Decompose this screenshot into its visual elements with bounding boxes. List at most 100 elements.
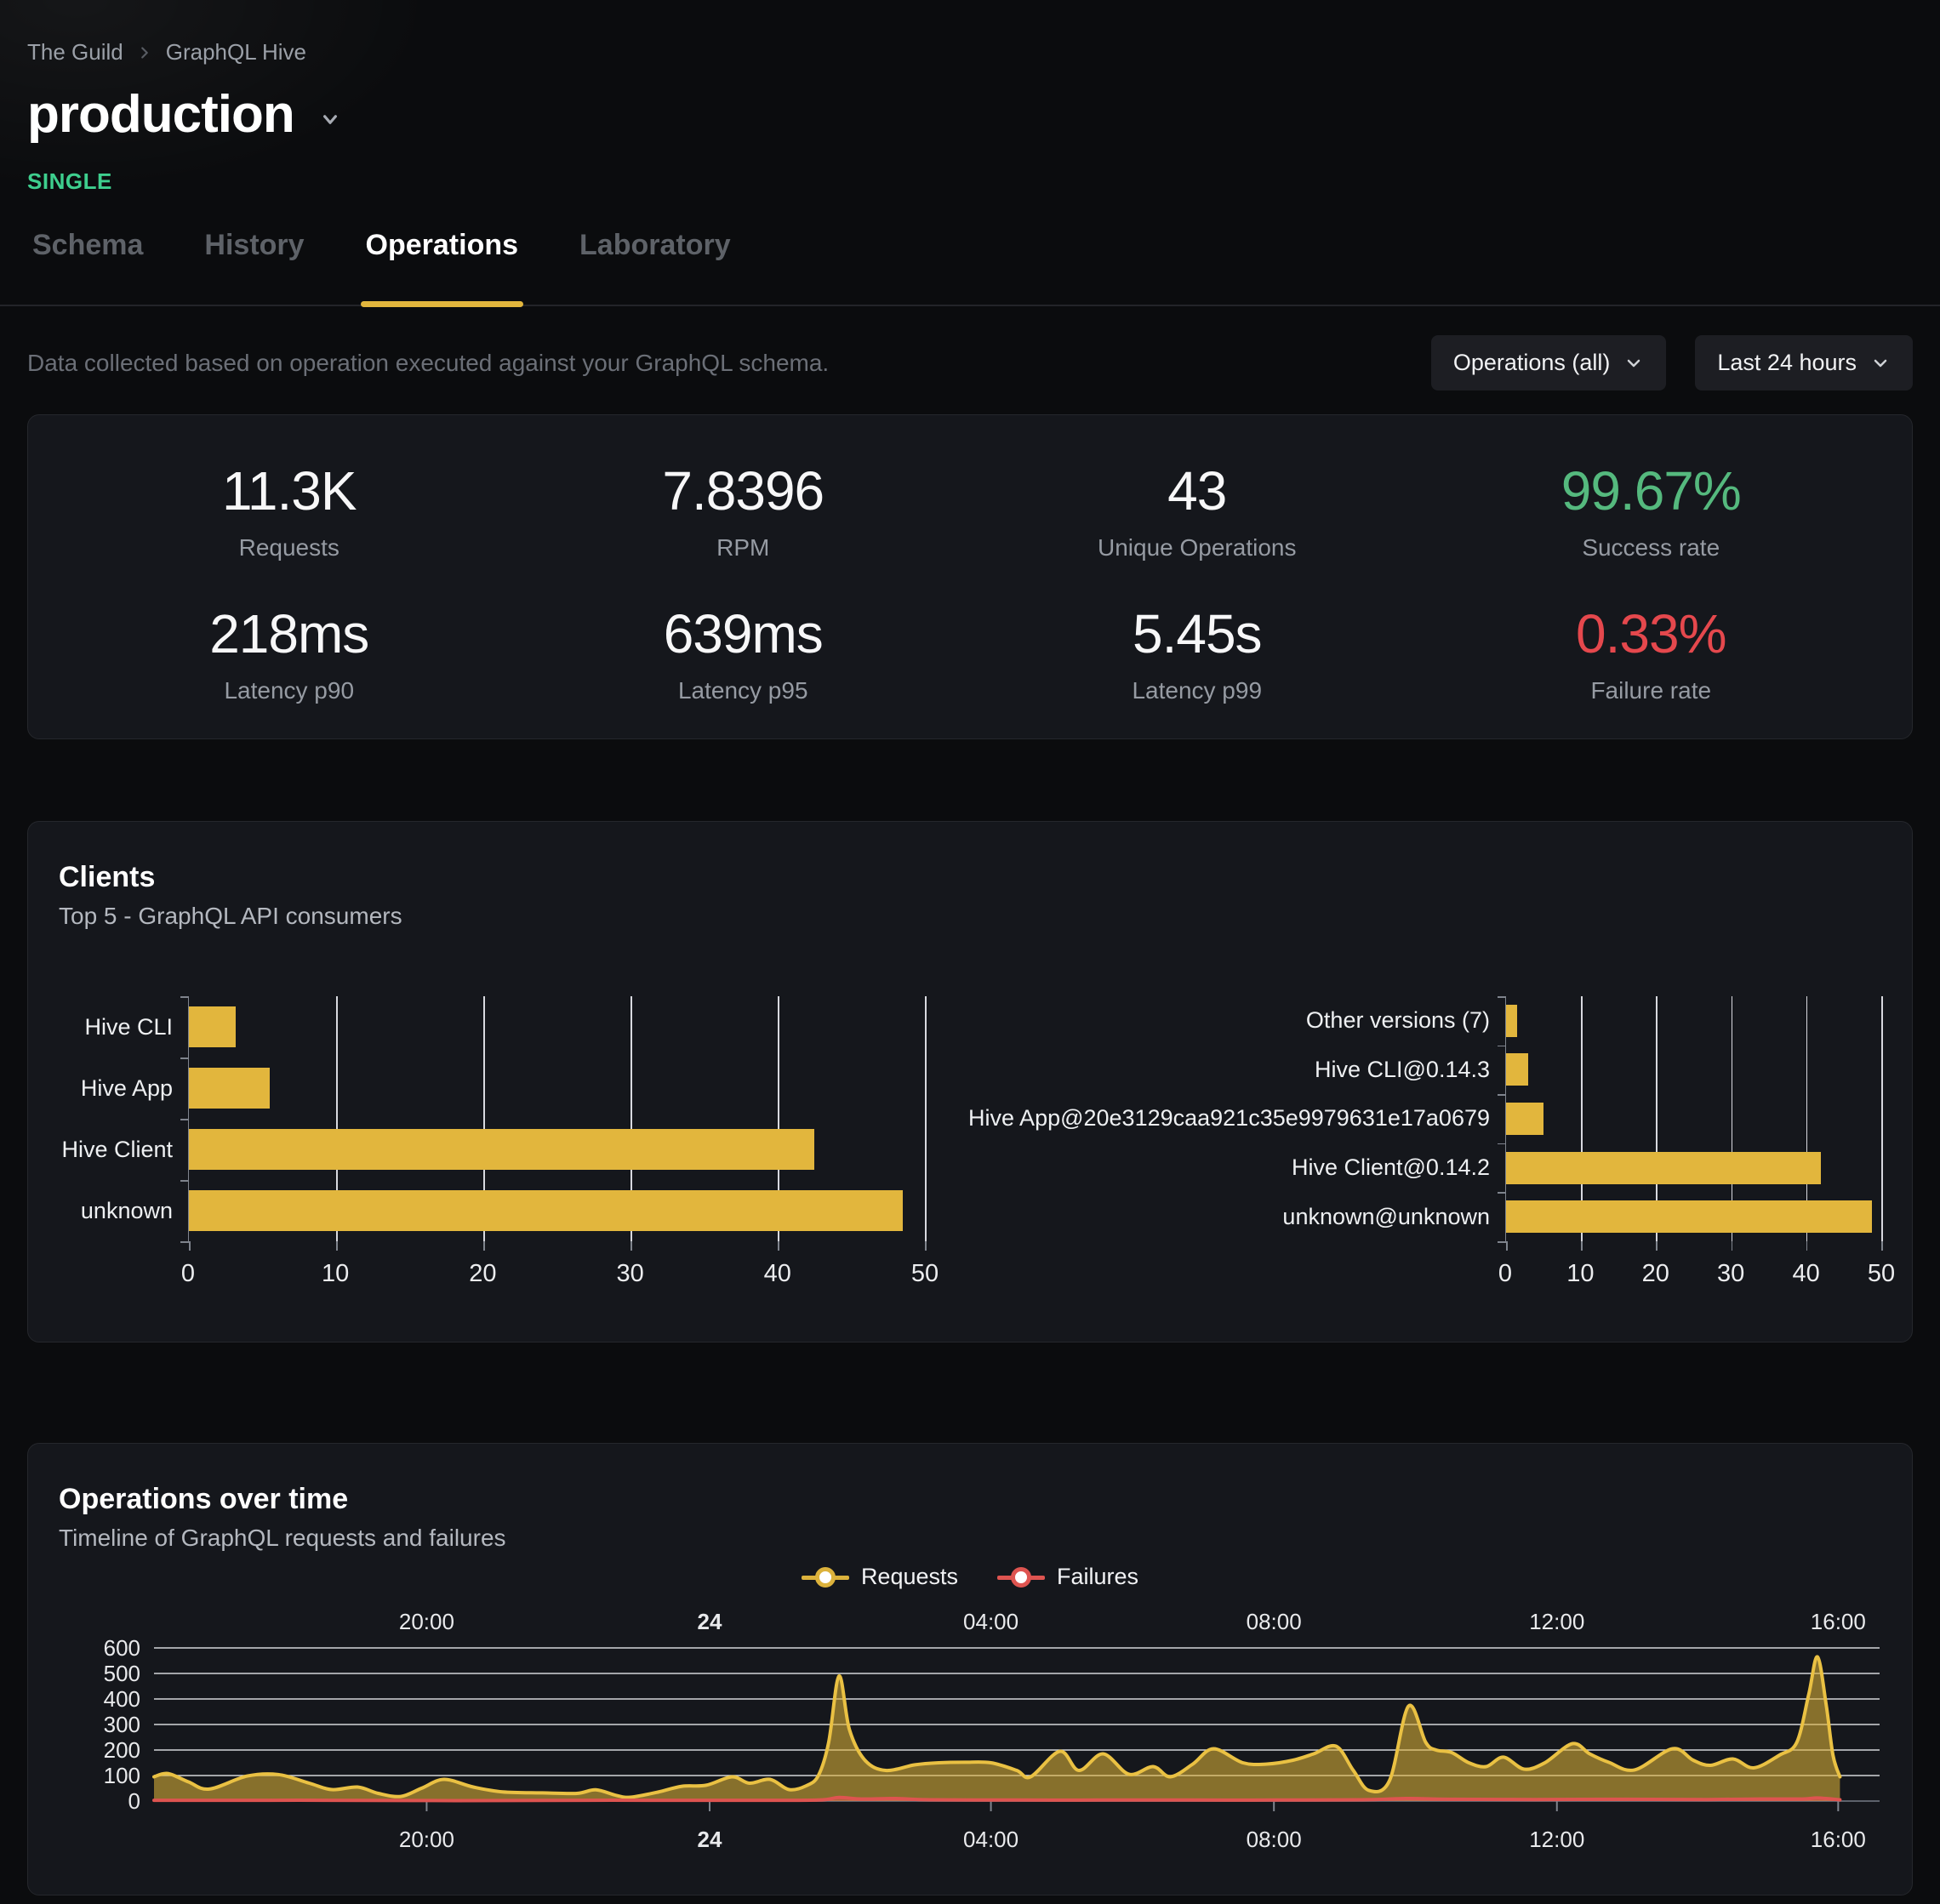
failures-series-marker-icon xyxy=(997,1565,1045,1589)
y-tick-label: 600 xyxy=(104,1635,140,1661)
legend-item-failures[interactable]: Failures xyxy=(997,1564,1138,1590)
stat-label: Latency p99 xyxy=(970,677,1424,704)
bar-category-label: Hive Client@0.14.2 xyxy=(1024,1143,1505,1193)
operations-description: Data collected based on operation execut… xyxy=(27,350,829,377)
stat-latency-p99: 5.45s Latency p99 xyxy=(970,602,1424,704)
bar-unknown-unknown[interactable] xyxy=(1506,1200,1872,1233)
x-tick-label: 30 xyxy=(616,1260,643,1288)
axis-tick xyxy=(1498,996,1506,998)
axis-tick xyxy=(180,1119,189,1120)
chevron-down-icon xyxy=(1623,353,1644,373)
y-tick-label: 100 xyxy=(104,1763,140,1788)
y-tick-label: 500 xyxy=(104,1661,140,1686)
x-tick-label-top: 24 xyxy=(698,1609,722,1634)
bar-x-axis-labels: 01020304050 xyxy=(188,1241,925,1287)
operations-over-time-card: Operations over time Timeline of GraphQL… xyxy=(27,1443,1913,1895)
stat-requests: 11.3KRequests xyxy=(62,459,516,562)
clients-charts: Hive CLIHive AppHive Clientunknown010203… xyxy=(59,996,1881,1287)
tab-operations[interactable]: Operations xyxy=(361,229,523,305)
x-tick-label-bottom: 12:00 xyxy=(1529,1827,1584,1852)
bar-category-labels: Other versions (7)Hive CLI@0.14.3Hive Ap… xyxy=(1024,996,1505,1241)
legend-label-requests: Requests xyxy=(861,1564,958,1590)
stat-value: 99.67% xyxy=(1424,459,1879,522)
chevron-down-icon xyxy=(1870,353,1891,373)
stat-latency-p95: 639msLatency p95 xyxy=(516,602,971,704)
bar-hive-client[interactable] xyxy=(189,1129,814,1170)
axis-tick xyxy=(180,996,189,998)
clients-card-title: Clients xyxy=(59,861,1881,894)
x-tick-label: 50 xyxy=(1868,1260,1895,1288)
target-mode-badge: SINGLE xyxy=(27,168,1913,195)
y-tick-label: 400 xyxy=(104,1686,140,1712)
requests-series-marker-icon xyxy=(802,1565,849,1589)
bar-row xyxy=(1506,1094,1881,1143)
bar-row xyxy=(1506,996,1881,1046)
page-header: The Guild GraphQL Hive production SINGLE xyxy=(0,0,1940,195)
bar-category-label: Hive App@20e3129caa921c35e9979631e17a067… xyxy=(1024,1094,1505,1143)
target-selector-chevron-down-icon[interactable] xyxy=(317,105,344,133)
stat-latency-p90: 218msLatency p90 xyxy=(62,602,516,704)
tab-laboratory[interactable]: Laboratory xyxy=(574,229,736,305)
bar-row xyxy=(189,1057,925,1119)
requests-area xyxy=(154,1656,1840,1801)
x-tick-label-top: 20:00 xyxy=(399,1609,454,1634)
period-filter-dropdown[interactable]: Last 24 hours xyxy=(1695,335,1913,390)
y-tick-label: 0 xyxy=(128,1788,140,1814)
x-tick-label-bottom: 08:00 xyxy=(1247,1827,1302,1852)
operations-over-time-title: Operations over time xyxy=(59,1483,1881,1516)
stat-value: 0.33% xyxy=(1424,602,1879,665)
timeline-legend: Requests Failures xyxy=(59,1564,1881,1590)
page-title: production xyxy=(27,84,294,145)
x-tick-label: 40 xyxy=(764,1260,791,1288)
breadcrumb-org[interactable]: The Guild xyxy=(27,39,123,66)
x-tick-label-bottom: 24 xyxy=(698,1827,722,1852)
operations-filter-dropdown[interactable]: Operations (all) xyxy=(1431,335,1667,390)
bar-hive-cli-0-14-3[interactable] xyxy=(1506,1053,1528,1086)
bar-row xyxy=(189,1119,925,1180)
legend-item-requests[interactable]: Requests xyxy=(802,1564,958,1590)
bar-hive-cli[interactable] xyxy=(189,1006,236,1047)
x-tick-label: 20 xyxy=(469,1260,496,1288)
bar-hive-app[interactable] xyxy=(189,1068,270,1109)
stat-label: RPM xyxy=(516,534,971,562)
axis-tick xyxy=(1498,1143,1506,1145)
bar-plot-area xyxy=(188,996,925,1241)
bar-category-label: Hive App xyxy=(59,1057,188,1119)
bar-category-label: Hive CLI@0.14.3 xyxy=(1024,1046,1505,1095)
x-tick-label: 30 xyxy=(1717,1260,1744,1288)
y-tick-label: 200 xyxy=(104,1737,140,1763)
bar-category-label: Other versions (7) xyxy=(1024,996,1505,1046)
bar-category-labels: Hive CLIHive AppHive Clientunknown xyxy=(59,996,188,1241)
stat-value: 5.45s xyxy=(970,602,1424,665)
bar-row xyxy=(1506,1192,1881,1241)
x-tick-label: 10 xyxy=(1566,1260,1594,1288)
bar-row xyxy=(1506,1046,1881,1095)
gridline xyxy=(925,996,927,1241)
x-tick-label-top: 04:00 xyxy=(963,1609,1018,1634)
stat-label: Failure rate xyxy=(1424,677,1879,704)
tab-schema[interactable]: Schema xyxy=(27,229,148,305)
subheader: Data collected based on operation execut… xyxy=(0,335,1940,390)
bar-row xyxy=(189,1180,925,1241)
x-tick-label-top: 08:00 xyxy=(1247,1609,1302,1634)
axis-tick xyxy=(925,1241,927,1251)
bar-hive-app-20e3129caa921c35e9979631e17a0679[interactable] xyxy=(1506,1103,1543,1135)
breadcrumb-project[interactable]: GraphQL Hive xyxy=(166,39,306,66)
x-tick-label-bottom: 16:00 xyxy=(1811,1827,1866,1852)
bar-plot-area xyxy=(1505,996,1881,1241)
bar-hive-client-0-14-2[interactable] xyxy=(1506,1152,1821,1184)
stats-card: 11.3KRequests7.8396RPM43Unique Operation… xyxy=(27,414,1913,739)
stat-failure-rate: 0.33% Failure rate xyxy=(1424,602,1879,704)
axis-tick xyxy=(1498,1192,1506,1194)
tab-history[interactable]: History xyxy=(199,229,309,305)
bar-category-label: Hive Client xyxy=(59,1119,188,1180)
bar-unknown[interactable] xyxy=(189,1190,903,1231)
x-tick-label-bottom: 04:00 xyxy=(963,1827,1018,1852)
breadcrumb: The Guild GraphQL Hive xyxy=(27,39,1913,66)
stat-label: Latency p95 xyxy=(516,677,971,704)
bar-other-versions-7[interactable] xyxy=(1506,1005,1517,1037)
axis-tick xyxy=(1881,1241,1883,1251)
clients-by-name-chart: Hive CLIHive AppHive Clientunknown010203… xyxy=(59,996,925,1287)
stat-success-rate: 99.67%Success rate xyxy=(1424,459,1879,562)
clients-card-subtitle: Top 5 - GraphQL API consumers xyxy=(59,903,1881,930)
